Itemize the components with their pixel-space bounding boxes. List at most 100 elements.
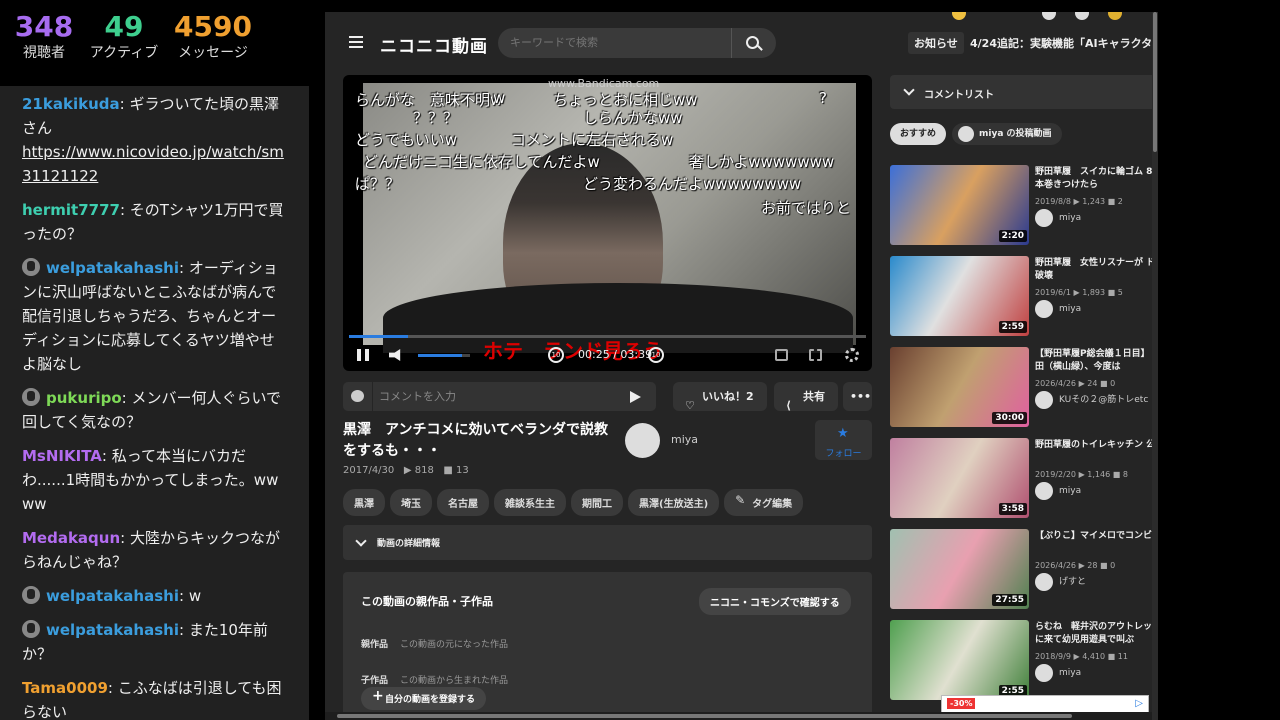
menu-icon[interactable] [349,36,363,48]
chat-message-list[interactable]: 21kakikuda: ギラついてた頃の黒澤さん https://www.nico… [0,86,309,720]
video-thumbnail[interactable]: 2:59 [890,256,1029,336]
video-owner[interactable]: KUその２@筋トレetc [1035,391,1148,409]
comment-input[interactable]: コメントを入力 [379,388,456,404]
video-title-link[interactable]: 【ぷりこ】マイメロでコンビニ [1035,530,1158,558]
send-icon[interactable] [630,391,641,403]
chat-username[interactable]: MsNIKITA [22,447,102,465]
chat-username[interactable]: Tama0009 [22,679,108,697]
seek-bar[interactable] [349,335,866,338]
chat-username[interactable]: hermit7777 [22,201,120,219]
tag-list: 黒澤埼玉名古屋雑談系生主期間工黒澤(生放送主)タグ編集 [343,489,883,516]
video-thumbnail[interactable]: 2:55 [890,620,1029,700]
vertical-scrollbar[interactable] [1152,12,1158,720]
video-owner[interactable]: げすと [1035,573,1086,591]
skip-forward-button[interactable]: 10 [648,347,664,363]
commons-button[interactable]: ニコニ・コモンズで確認する [699,588,851,615]
share-label: 共有 [803,390,825,403]
tag-chip[interactable]: 雑談系生主 [494,489,566,516]
settings-icon[interactable] [845,348,859,362]
horizontal-scrollbar-thumb[interactable] [337,714,1072,718]
search-input[interactable] [510,36,710,49]
video-thumbnail[interactable]: 27:55 [890,529,1029,609]
premium-icon[interactable] [952,12,966,20]
tag-edit-button[interactable]: タグ編集 [724,489,804,516]
search-button[interactable] [731,28,776,58]
video-thumbnail[interactable]: 30:00 [890,347,1029,427]
volume-icon[interactable] [389,349,401,361]
horizontal-scrollbar[interactable] [325,712,1152,720]
view-count: 28 [1087,561,1098,570]
user-avatar-icon[interactable] [22,620,40,638]
recommended-video[interactable]: 30:00 【野田草履P総会議１日目】 保田（横山緑）、今度は 2026/4/26 … [890,347,1158,429]
user-avatar-icon[interactable] [22,388,40,406]
owner-name[interactable]: miya [671,433,698,446]
recommended-video[interactable]: 2:59 野田草履 女性リスナーが ドア破壊 2019/6/1 ▶ 1,893 ■ … [890,256,1158,338]
video-thumbnail[interactable]: 3:58 [890,438,1029,518]
video-owner[interactable]: miya [1035,209,1081,227]
more-button[interactable]: ••• [843,382,872,411]
palette-icon[interactable] [343,382,373,411]
recommended-video[interactable]: 2:20 野田草履 スイカに輪ゴム 800本巻きつけたら 2019/8/8 ▶ 1,… [890,165,1158,247]
video-player[interactable]: www.Bandicam.com らんがな 意味不明w w ちょっとおに相じww しら… [343,75,872,371]
chip-recommend[interactable]: おすすめ [890,123,947,145]
chip-owner-videos[interactable]: miya の投稿動画 [952,123,1062,145]
message-count-value: 4590 [174,10,252,43]
chat-username[interactable]: Medakaqun [22,529,120,547]
comment-list-toggle[interactable]: コメントリスト [890,75,1158,109]
view-count: 1,893 [1082,288,1106,297]
active-count: 49 アクティブ [86,10,162,62]
recommended-video[interactable]: 2:55 らむね 軽井沢のアウトレット に来て幼児用遊具で叫ぶ 2018/9/9 ▶… [890,620,1158,702]
chat-username[interactable]: welpatakahashi [46,587,179,605]
video-owner[interactable]: miya [1035,482,1081,500]
tag-chip[interactable]: 黒澤 [343,489,385,516]
more-icon: ••• [850,390,872,403]
share-button[interactable]: ⟨ 共有 [774,382,838,412]
chat-link[interactable]: https://www.nicovideo.jp/watch/sm3112112… [22,143,284,185]
tag-chip[interactable]: 期間工 [571,489,623,516]
danmaku-comment: どう変わるんだよwwwwwwww [583,175,802,193]
user-avatar-icon[interactable] [22,586,40,604]
recommended-video[interactable]: 3:58 野田草履のトイレキッチン 公開 2019/2/20 ▶ 1,146 ■ 8… [890,438,1158,520]
follow-button[interactable]: フォロー [815,420,872,460]
video-owner[interactable]: miya [1035,664,1081,682]
chat-message: hermit7777: そのTシャツ1万円で買ったの？ [22,201,284,243]
skip-back-button[interactable]: 10 [548,347,564,363]
tag-chip[interactable]: 黒澤(生放送主) [628,489,720,516]
video-meta: 2026/4/26 ▶ 28 ■ 0 [1035,561,1116,570]
video-owner[interactable]: miya [1035,300,1081,318]
ad-choices-icon[interactable]: ▷ [1135,698,1143,709]
vertical-scrollbar-thumb[interactable] [1153,12,1157,152]
bookmark-icon[interactable] [1042,12,1056,20]
chat-username[interactable]: welpatakahashi [46,621,179,639]
video-thumbnail[interactable]: 2:20 [890,165,1029,245]
tag-chip[interactable]: 名古屋 [437,489,489,516]
site-logo[interactable]: ニコニコ動画 [380,32,488,57]
volume-slider[interactable] [418,354,470,357]
fullscreen-icon[interactable] [809,349,822,361]
user-avatar-icon[interactable] [22,258,40,276]
register-button[interactable]: 自分の動画を登録する [361,687,487,710]
news-ticker[interactable]: 4/24追記：実験機能「AIキャラクター [970,35,1158,51]
search-field[interactable] [498,28,731,58]
video-title-link[interactable]: 野田草履のトイレキッチン 公開 [1035,439,1158,467]
recommended-video[interactable]: 27:55 【ぷりこ】マイメロでコンビニ 2026/4/26 ▶ 28 ■ 0 げすと [890,529,1158,611]
chat-username[interactable]: 21kakikuda [22,95,120,113]
notice-button[interactable]: お知らせ [908,32,964,54]
video-title-link[interactable]: 【野田草履P総会議１日目】 保田（横山緑）、今度は [1035,348,1158,376]
tag-chip[interactable]: 埼玉 [390,489,432,516]
chat-message: pukuripo: メンバー何人ぐらいで回してく気なの？ [22,388,282,431]
owner-avatar[interactable] [625,423,660,458]
notification-icon[interactable] [1075,12,1089,20]
user-avatar-icon[interactable] [1108,12,1122,20]
pause-button[interactable] [357,349,369,361]
video-duration: 2:20 [998,230,1027,242]
details-toggle[interactable]: 動画の詳細情報 [343,525,872,560]
upload-date: 2026/4/26 [1035,561,1077,570]
like-button[interactable]: ♡ いいね！2 [673,382,767,412]
chat-username[interactable]: pukuripo [46,389,122,407]
video-title-link[interactable]: 野田草履 スイカに輪ゴム 800本巻きつけたら [1035,166,1158,194]
video-title-link[interactable]: らむね 軽井沢のアウトレット に来て幼児用遊具で叫ぶ [1035,621,1158,649]
chat-username[interactable]: welpatakahashi [46,259,179,277]
comment-toggle-icon[interactable] [775,349,788,361]
video-title-link[interactable]: 野田草履 女性リスナーが ドア破壊 [1035,257,1158,285]
